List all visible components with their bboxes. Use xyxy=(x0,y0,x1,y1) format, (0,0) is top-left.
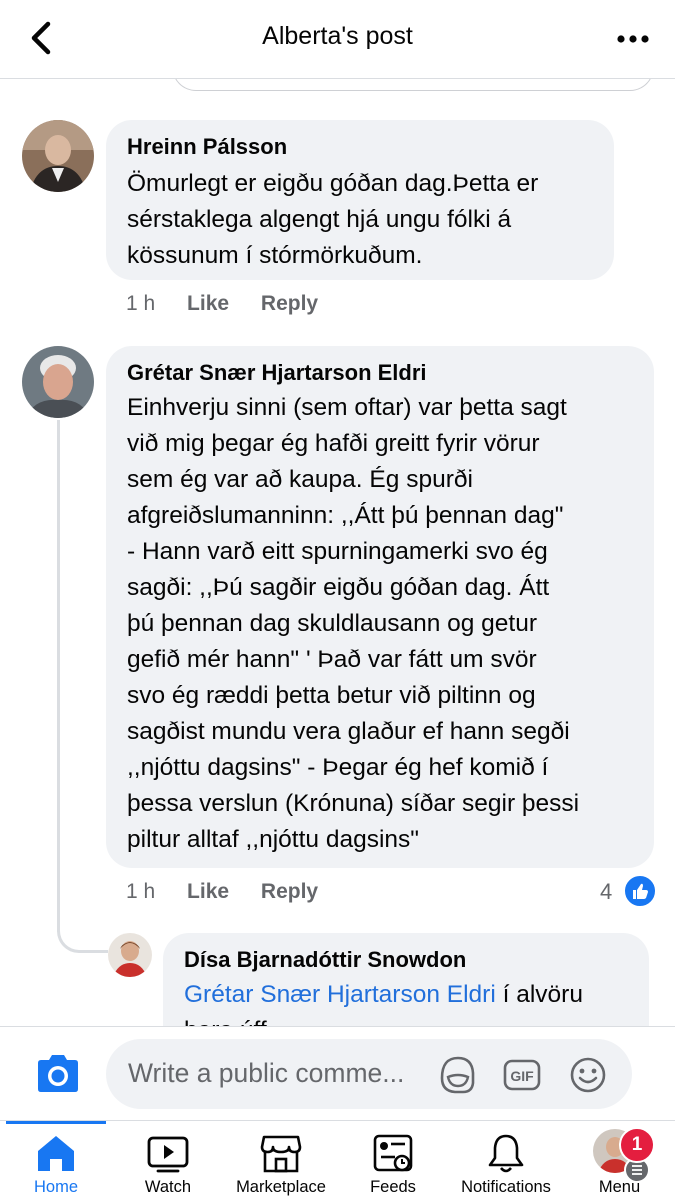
previous-comment-bubble-edge xyxy=(172,78,654,91)
comment-meta: 1 h Like Reply xyxy=(126,880,318,904)
avatar[interactable] xyxy=(108,933,152,977)
watch-icon xyxy=(147,1136,189,1173)
tab-home[interactable]: Home xyxy=(0,1121,112,1201)
avatar-photo-icon xyxy=(108,933,152,977)
avatar[interactable] xyxy=(22,120,94,192)
comment-text: Ömurlegt er eigðu góðan dag.Þetta er sér… xyxy=(127,170,539,269)
comment-author[interactable]: Dísa Bjarnadóttir Snowdon xyxy=(184,947,466,973)
comment-time: 1 h xyxy=(126,292,156,315)
avatar-photo-icon xyxy=(22,346,94,418)
feeds-icon xyxy=(373,1134,413,1172)
emoji-icon[interactable] xyxy=(568,1055,608,1095)
comment-bubble: Grétar Snær Hjartarson Eldri Einhverju s… xyxy=(106,346,654,868)
tab-watch[interactable]: Watch xyxy=(112,1121,224,1201)
notification-badge: 1 xyxy=(619,1127,655,1163)
tab-label: Marketplace xyxy=(236,1178,326,1196)
tab-feeds[interactable]: Feeds xyxy=(338,1121,448,1201)
reply-button[interactable]: Reply xyxy=(261,880,318,903)
thread-connector xyxy=(57,920,108,953)
home-icon xyxy=(38,1136,74,1171)
more-options-icon[interactable] xyxy=(613,24,653,54)
page-title: Alberta's post xyxy=(262,22,413,50)
comments-list[interactable]: Hreinn Pálsson Ömurlegt er eigðu góðan d… xyxy=(0,78,675,1026)
comment-meta: 1 h Like Reply xyxy=(126,292,318,316)
top-bar: Alberta's post xyxy=(0,0,675,79)
avatar-photo-icon xyxy=(22,120,94,192)
like-button[interactable]: Like xyxy=(187,292,229,315)
reply-button[interactable]: Reply xyxy=(261,292,318,315)
marketplace-icon xyxy=(260,1135,302,1173)
comment-input-placeholder: Write a public comme... xyxy=(128,1058,405,1088)
tab-marketplace[interactable]: Marketplace xyxy=(224,1121,338,1201)
avatar[interactable] xyxy=(22,346,94,418)
comment-input[interactable]: Write a public comme... GIF xyxy=(106,1039,632,1109)
comment-author[interactable]: Grétar Snær Hjartarson Eldri xyxy=(127,360,427,386)
tab-label: Menu xyxy=(598,1178,641,1196)
tab-label: Notifications xyxy=(461,1178,551,1196)
avatar-sticker-icon[interactable] xyxy=(438,1055,478,1095)
comment-text: Grétar Snær Hjartarson Eldri í alvöru ba… xyxy=(184,981,583,1026)
gif-icon[interactable]: GIF xyxy=(502,1055,542,1095)
bottom-navigation: Home Watch Marketplace Feeds Notificatio… xyxy=(0,1120,675,1201)
camera-icon[interactable] xyxy=(34,1053,82,1095)
comment-text: Einhverju sinni (sem oftar) var þetta sa… xyxy=(127,394,580,853)
tab-label: Home xyxy=(33,1178,78,1196)
comment-author[interactable]: Hreinn Pálsson xyxy=(127,134,287,160)
comment-composer: Write a public comme... GIF xyxy=(0,1026,675,1121)
reply-bubble: Dísa Bjarnadóttir Snowdon Grétar Snær Hj… xyxy=(163,933,649,1026)
mention-link[interactable]: Grétar Snær Hjartarson Eldri xyxy=(184,981,496,1008)
like-reaction-icon[interactable] xyxy=(623,874,657,908)
reaction-count[interactable]: 4 xyxy=(600,879,612,905)
bell-icon xyxy=(488,1134,524,1173)
tab-notifications[interactable]: Notifications xyxy=(448,1121,564,1201)
svg-text:GIF: GIF xyxy=(510,1068,534,1084)
like-button[interactable]: Like xyxy=(187,880,229,903)
thread-line xyxy=(57,420,60,932)
comment-bubble: Hreinn Pálsson Ömurlegt er eigðu góðan d… xyxy=(106,120,614,280)
tab-label: Feeds xyxy=(370,1178,416,1196)
comment-time: 1 h xyxy=(126,880,156,903)
tab-label: Watch xyxy=(144,1178,192,1196)
